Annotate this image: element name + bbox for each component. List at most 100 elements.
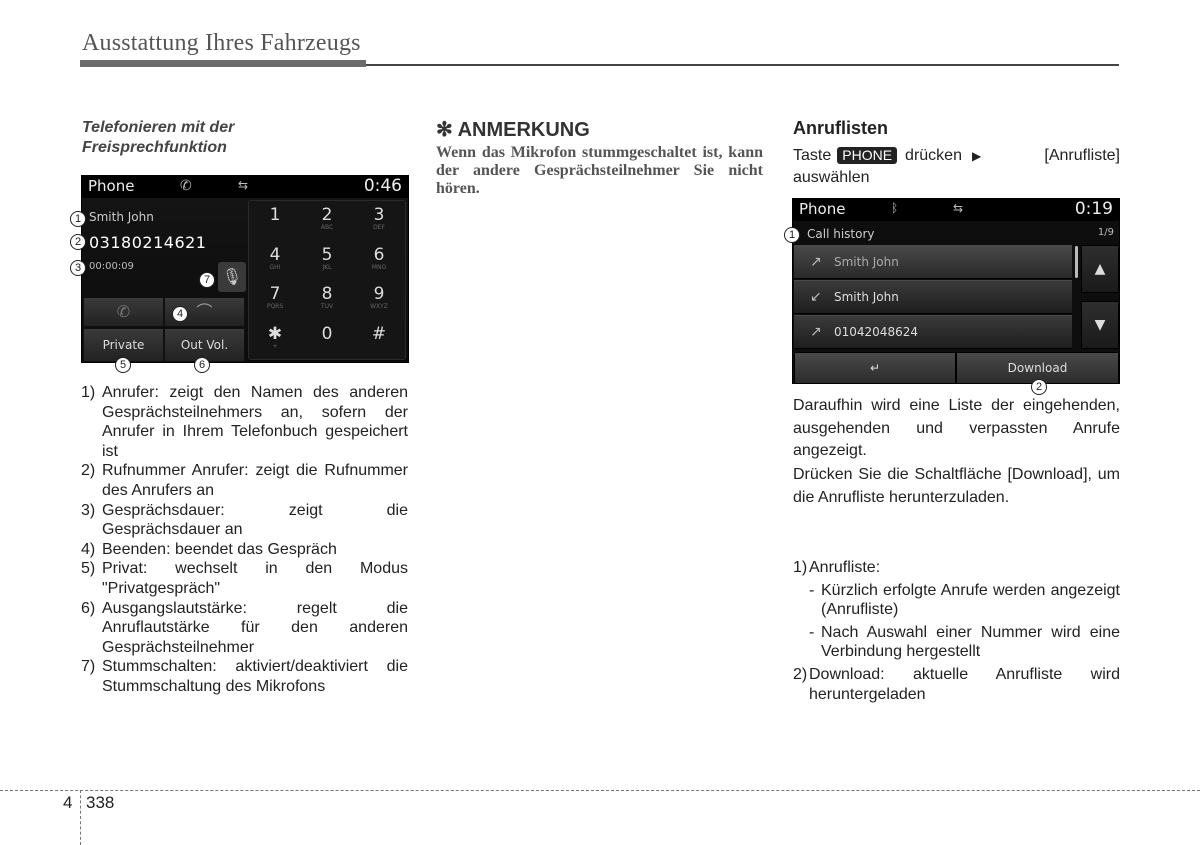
item-text: Nach Auswahl einer Nummer wird eine Verb… bbox=[821, 623, 1120, 661]
callout-marker: 2 bbox=[1031, 379, 1047, 395]
microphone-icon: 🎙 bbox=[221, 267, 243, 286]
call-history-row[interactable]: ↙ Smith John bbox=[794, 280, 1072, 314]
bullet-dash: - bbox=[809, 623, 815, 641]
key-letters: + bbox=[272, 342, 278, 350]
accept-call-button[interactable]: ✆ bbox=[83, 297, 164, 327]
usb-icon: ⇆ bbox=[953, 201, 964, 215]
incoming-call-icon: ↙ bbox=[810, 289, 822, 305]
key-digit: # bbox=[371, 323, 387, 344]
phone-handset-icon: ✆ bbox=[180, 178, 192, 194]
section-subtitle: Telefonieren mit der Freisprechfunktion bbox=[82, 118, 382, 158]
scrollbar[interactable] bbox=[1075, 246, 1078, 278]
key-digit: 1 bbox=[269, 205, 281, 225]
key-digit: 0 bbox=[321, 323, 333, 344]
page-indicator: 1/9 bbox=[1097, 227, 1114, 238]
item-number: 7) bbox=[81, 658, 96, 676]
key-digit: ✱ bbox=[267, 323, 283, 344]
legend-item: 1) Anrufer: zeigt den Namen des anderen G… bbox=[81, 383, 408, 461]
usb-icon: ⇆ bbox=[238, 178, 249, 192]
key-digit: 6 bbox=[373, 244, 385, 265]
keypad-key[interactable]: 8 TUV bbox=[301, 280, 353, 320]
status-bar: Phone ✆ ⇆ 0:46 bbox=[82, 176, 408, 198]
subtitle-line: Telefonieren mit der bbox=[82, 119, 235, 136]
legend-item: 2) Rufnummer Anrufer: zeigt die Rufnummer… bbox=[81, 461, 408, 500]
item-text: Anrufer: zeigt den Namen des anderen Ges… bbox=[102, 384, 408, 460]
item-number: 6) bbox=[81, 599, 96, 617]
key-digit: 3 bbox=[373, 205, 385, 225]
phone-key-label: PHONE bbox=[837, 147, 898, 164]
item-text: Beenden: beendet das Gespräch bbox=[102, 540, 337, 558]
keypad-key[interactable]: 5 JKL bbox=[301, 241, 353, 281]
call-screen-legend: 1) Anrufer: zeigt den Namen des anderen G… bbox=[81, 383, 408, 697]
back-arrow-icon: ↵ bbox=[869, 361, 881, 375]
call-history-screen: Phone ᛒ ⇆ 0:19 Call history 1/9 ↗ Smith J… bbox=[792, 198, 1120, 384]
intro-text: Taste bbox=[793, 147, 832, 164]
page-number: 338 bbox=[86, 793, 115, 812]
key-digit: 4 bbox=[269, 244, 281, 265]
keypad-key[interactable]: 7 PQRS bbox=[249, 280, 301, 320]
section-intro: Taste PHONE drücken ▶ [Anrufliste] auswähle… bbox=[793, 145, 1120, 189]
call-history-row[interactable]: ↗ Smith John bbox=[794, 245, 1072, 279]
keypad-key[interactable]: # bbox=[353, 320, 405, 360]
legend-item: 7) Stummschalten: aktiviert/deaktiviert d… bbox=[81, 657, 408, 696]
header-rule bbox=[366, 64, 1119, 66]
item-number: 2) bbox=[81, 462, 96, 480]
legend-item: 5) Privat: wechselt in den Modus "Privatg… bbox=[81, 559, 408, 598]
footer-rule bbox=[0, 790, 1200, 791]
header-bar bbox=[80, 60, 366, 67]
legend-subitem: - Nach Auswahl einer Nummer wird eine Ver… bbox=[809, 623, 1120, 662]
intro-text: drücken bbox=[905, 147, 962, 164]
item-text: Anrufliste: bbox=[809, 559, 881, 576]
app-label: Phone bbox=[88, 177, 135, 195]
row-label: 01042048624 bbox=[834, 325, 918, 339]
legend-item: 3) Gesprächsdauer: zeigt die Gesprächsdau… bbox=[81, 501, 408, 540]
legend-item: 4) Beenden: beendet das Gespräch bbox=[81, 540, 408, 560]
dial-keypad: 1 2 ABC 3 DEF 4 GHI 5 JKL 6 MNO 7 PQRS 8 TUV 9W… bbox=[248, 200, 406, 360]
status-bar: Phone ᛒ ⇆ 0:19 bbox=[793, 199, 1119, 221]
keypad-key[interactable]: 1 bbox=[249, 201, 301, 241]
arrow-up-icon: ▲ bbox=[1094, 261, 1106, 277]
item-number: 1) bbox=[81, 384, 96, 401]
scroll-up-button[interactable]: ▲ bbox=[1081, 245, 1119, 293]
arrow-down-icon: ▼ bbox=[1094, 317, 1106, 333]
outgoing-call-icon: ↗ bbox=[810, 254, 822, 270]
item-number: 5) bbox=[81, 560, 96, 578]
row-label: Smith John bbox=[834, 255, 899, 269]
item-text: Kürzlich erfolgte Anrufe werden angezeig… bbox=[821, 581, 1120, 619]
phone-handset-icon: ✆ bbox=[116, 302, 131, 321]
note-body: Wenn das Mikrofon stummgeschaltet ist, k… bbox=[436, 144, 763, 197]
section-title: Anruflisten bbox=[793, 118, 889, 138]
list-title: Call history bbox=[807, 227, 875, 241]
footer-divider bbox=[80, 790, 81, 845]
item-text: Gesprächsdauer: zeigt die Gesprächsdauer… bbox=[102, 501, 408, 539]
key-letters: TUV bbox=[320, 303, 334, 310]
callout-marker: 3 bbox=[70, 260, 86, 276]
caller-name: Smith John bbox=[89, 210, 154, 224]
subtitle-line: Freisprechfunktion bbox=[82, 139, 227, 156]
callout-marker: 2 bbox=[70, 234, 86, 250]
key-letters: MNO bbox=[371, 263, 387, 271]
keypad-key[interactable]: 9 WXYZ bbox=[353, 280, 405, 320]
callout-marker: 5 bbox=[115, 357, 131, 373]
keypad-key[interactable]: 6 MNO bbox=[353, 241, 405, 281]
mute-microphone-button[interactable]: 🎙 bbox=[218, 262, 246, 292]
key-letters: WXYZ bbox=[370, 303, 388, 310]
keypad-key[interactable]: 0 bbox=[301, 320, 353, 360]
back-button[interactable]: ↵ bbox=[794, 352, 956, 383]
keypad-key[interactable]: 3 DEF bbox=[353, 201, 405, 241]
clock: 0:46 bbox=[363, 176, 402, 196]
call-history-row[interactable]: ↗ 01042048624 bbox=[794, 315, 1072, 349]
key-digit: 9 bbox=[373, 284, 385, 304]
call-duration: 00:00:09 bbox=[89, 261, 134, 272]
intro-text: auswählen bbox=[793, 169, 870, 186]
bullet-dash: - bbox=[809, 581, 815, 599]
keypad-key[interactable]: 2 ABC bbox=[301, 201, 353, 241]
keypad-key[interactable]: ✱ + bbox=[249, 320, 301, 360]
legend-item: 1) Anrufliste: bbox=[793, 558, 1120, 578]
item-number: 2) bbox=[793, 665, 808, 683]
paragraph: Daraufhin wird eine Liste der eingehende… bbox=[793, 397, 1120, 459]
scroll-down-button[interactable]: ▼ bbox=[1081, 301, 1119, 349]
callout-marker: 1 bbox=[784, 227, 800, 243]
keypad-key[interactable]: 4 GHI bbox=[249, 241, 301, 281]
callout-marker: 4 bbox=[172, 306, 188, 322]
